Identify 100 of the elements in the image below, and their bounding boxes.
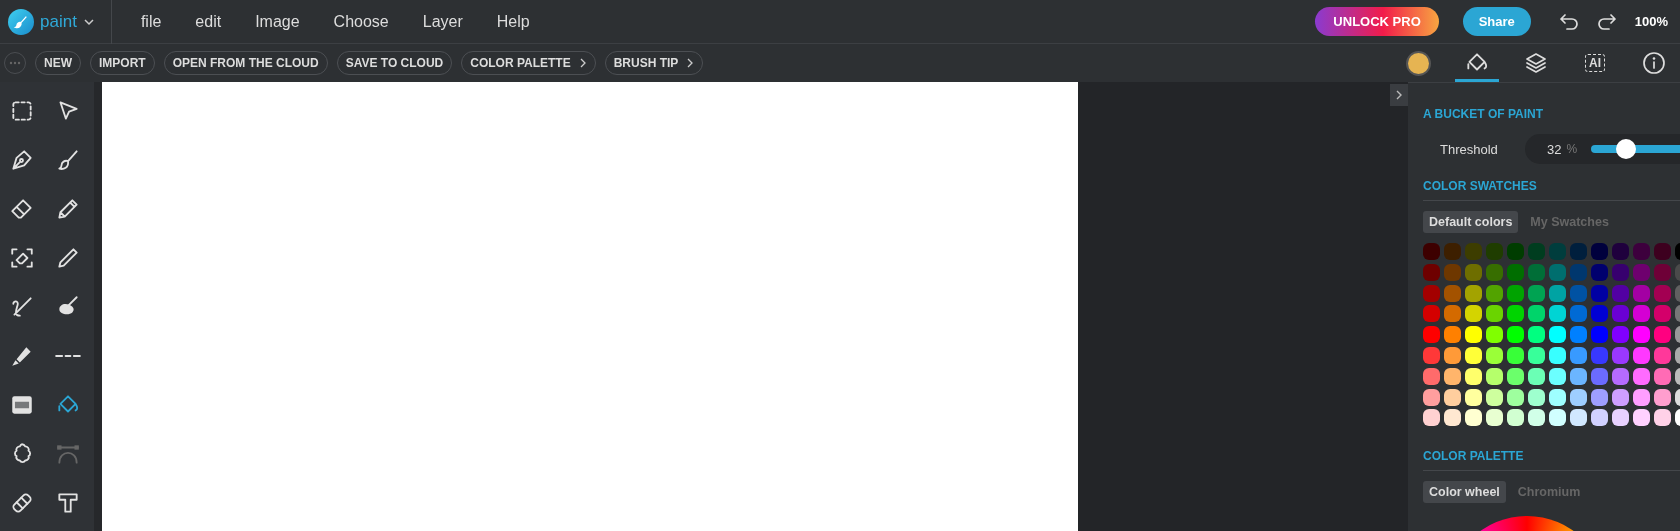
color-swatch[interactable] [1444, 326, 1461, 344]
color-swatch[interactable] [1570, 409, 1587, 427]
color-swatch[interactable] [1444, 367, 1461, 385]
color-swatch[interactable] [1444, 243, 1461, 260]
color-swatch[interactable] [1465, 409, 1482, 427]
color-swatch[interactable] [1423, 243, 1440, 260]
menu-item[interactable]: edit [178, 12, 239, 31]
color-swatch[interactable] [1465, 284, 1482, 302]
menu-item[interactable]: Layer [405, 12, 480, 31]
unlock-pro-button[interactable]: UNLOCK PRO [1315, 7, 1439, 36]
color-swatch[interactable] [1612, 347, 1629, 364]
color-swatch[interactable] [1528, 326, 1545, 344]
color-swatch[interactable] [1423, 326, 1440, 344]
color-swatch[interactable] [1570, 305, 1587, 323]
color-swatch[interactable] [1549, 305, 1566, 323]
color-swatch[interactable] [1444, 347, 1461, 364]
color-swatch[interactable] [1423, 284, 1440, 302]
color-swatch[interactable] [1654, 409, 1671, 427]
color-swatch[interactable] [1612, 284, 1629, 302]
color-swatch[interactable] [1549, 263, 1566, 281]
color-swatch[interactable] [1591, 284, 1608, 302]
zoom-level[interactable]: 100% [1634, 14, 1668, 29]
collapse-panel-button[interactable] [1390, 84, 1408, 106]
color-swatch[interactable] [1633, 367, 1650, 385]
color-swatch[interactable] [1654, 367, 1671, 385]
color-swatch[interactable] [1654, 263, 1671, 281]
color-swatch[interactable] [1507, 367, 1524, 385]
color-swatch[interactable] [1633, 388, 1650, 406]
color-swatch[interactable] [1591, 409, 1608, 427]
color-swatch[interactable] [1570, 263, 1587, 281]
color-swatch[interactable] [1633, 263, 1650, 281]
color-swatch[interactable] [1528, 409, 1545, 427]
color-swatch[interactable] [1654, 388, 1671, 406]
color-swatch[interactable] [1423, 409, 1440, 427]
menu-item[interactable]: Help [479, 12, 547, 31]
color-swatch[interactable] [1465, 347, 1482, 364]
color-swatch[interactable] [1591, 388, 1608, 406]
color-swatch[interactable] [1423, 367, 1440, 385]
color-swatch[interactable] [1444, 263, 1461, 281]
color-swatch[interactable] [1612, 367, 1629, 385]
color-swatch[interactable] [1591, 243, 1608, 260]
color-swatch[interactable] [1486, 347, 1503, 364]
color-swatch[interactable] [1549, 326, 1566, 344]
color-swatch[interactable] [1633, 347, 1650, 364]
color-swatch[interactable] [1528, 305, 1545, 323]
subtab[interactable]: Default colors [1423, 211, 1519, 233]
color-swatch[interactable] [1570, 284, 1587, 302]
color-swatch[interactable] [1423, 263, 1440, 281]
color-swatch[interactable] [1549, 367, 1566, 385]
color-swatch[interactable] [1591, 347, 1608, 364]
color-swatch[interactable] [1612, 263, 1629, 281]
color-swatch[interactable] [1423, 388, 1440, 406]
color-swatch[interactable] [1465, 305, 1482, 323]
color-swatch[interactable] [1444, 388, 1461, 406]
color-swatch[interactable] [1486, 305, 1503, 323]
color-swatch[interactable] [1549, 243, 1566, 260]
color-swatch[interactable] [1465, 326, 1482, 344]
color-swatch[interactable] [1549, 347, 1566, 364]
color-swatch[interactable] [1570, 388, 1587, 406]
app-logo-icon[interactable] [8, 8, 34, 35]
color-swatch[interactable] [1486, 388, 1503, 406]
color-swatch[interactable] [1507, 243, 1524, 260]
color-swatch[interactable] [1486, 284, 1503, 302]
color-swatch[interactable] [1486, 263, 1503, 281]
color-swatch[interactable] [1528, 263, 1545, 281]
color-swatch[interactable] [1444, 305, 1461, 323]
color-swatch[interactable] [1507, 409, 1524, 427]
color-swatch[interactable] [1423, 347, 1440, 364]
color-swatch[interactable] [1549, 388, 1566, 406]
menu-item[interactable]: Image [238, 12, 317, 31]
color-swatch[interactable] [1570, 326, 1587, 344]
color-swatch[interactable] [1654, 243, 1671, 260]
color-swatch[interactable] [1444, 409, 1461, 427]
color-swatch[interactable] [1465, 243, 1482, 260]
color-swatch[interactable] [1528, 243, 1545, 260]
color-swatch[interactable] [1612, 326, 1629, 344]
color-swatch[interactable] [1507, 284, 1524, 302]
color-swatch[interactable] [1465, 367, 1482, 385]
threshold-control[interactable]: 32 % [1525, 134, 1680, 164]
color-swatch[interactable] [1507, 388, 1524, 406]
color-swatch[interactable] [1528, 388, 1545, 406]
app-name[interactable]: paint [40, 11, 77, 32]
color-swatch[interactable] [1570, 243, 1587, 260]
color-swatch[interactable] [1486, 367, 1503, 385]
menu-item[interactable]: file [123, 12, 179, 31]
color-swatch[interactable] [1549, 284, 1566, 302]
color-swatch[interactable] [1570, 367, 1587, 385]
color-swatch[interactable] [1591, 367, 1608, 385]
color-swatch[interactable] [1486, 243, 1503, 260]
color-swatch[interactable] [1654, 284, 1671, 302]
color-swatch[interactable] [1612, 305, 1629, 323]
ai-tab[interactable]: AI [1573, 44, 1617, 82]
color-swatch[interactable] [1507, 326, 1524, 344]
color-swatch[interactable] [1612, 388, 1629, 406]
color-swatch[interactable] [1633, 284, 1650, 302]
menu-item[interactable]: Choose [316, 12, 406, 31]
color-swatch[interactable] [1507, 305, 1524, 323]
color-swatch[interactable] [1612, 243, 1629, 260]
color-swatch[interactable] [1486, 409, 1503, 427]
color-swatch[interactable] [1465, 388, 1482, 406]
